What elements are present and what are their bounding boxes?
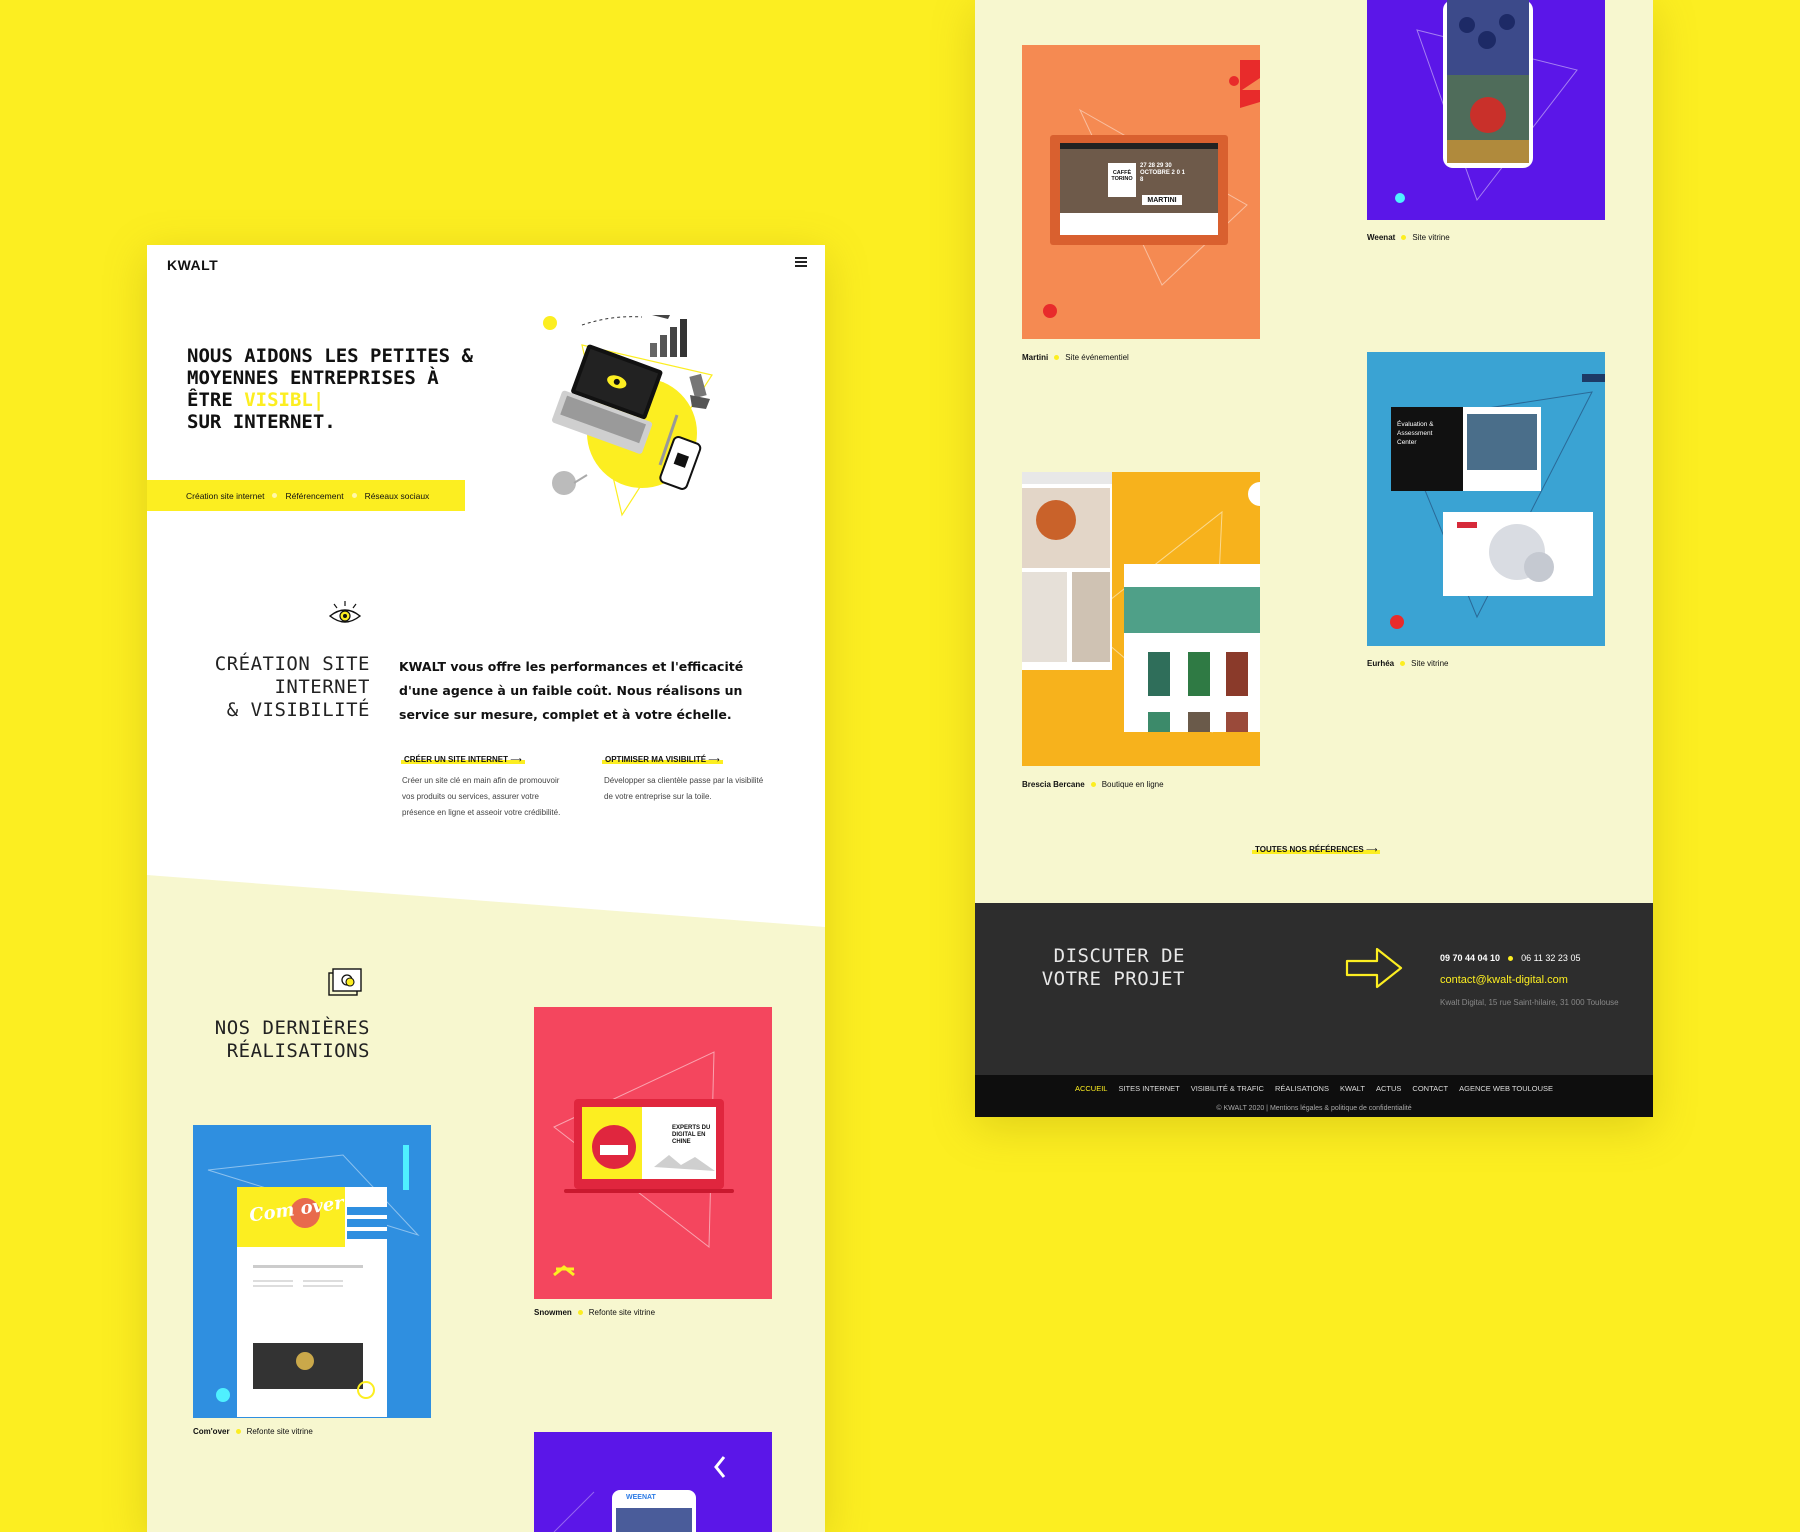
martini-preview (1043, 60, 1260, 318)
optimize-visibility-desc: Développer sa clientèle passe par la vis… (604, 776, 764, 801)
brescia-card[interactable] (1022, 472, 1260, 766)
phone-secondary[interactable]: 06 11 32 23 05 (1521, 953, 1580, 963)
postal-address: Kwalt Digital, 15 rue Saint-hilaire, 31 … (1440, 998, 1619, 1007)
weenat-caption: Weenat Site vitrine (1367, 233, 1450, 242)
eurhea-card[interactable]: Évaluation & Assessment Center (1367, 352, 1605, 646)
tag-reseaux[interactable]: Réseaux sociaux (365, 491, 430, 501)
services-title: CRÉATION SITE INTERNET & VISIBILITÉ (214, 653, 370, 721)
weenat-mock-logo: WEENAT (626, 1494, 656, 1501)
weenat-preview (553, 1456, 726, 1532)
realisations-title: NOS DERNIÈRES RÉALISATIONS (214, 1017, 370, 1062)
arrow-right-icon: ⟶ (510, 755, 522, 764)
homepage-mockup: KWALT NOUS AIDONS LES PETITES & MOYENNES… (147, 245, 825, 1532)
create-site-desc: Créer un site clé en main afin de promou… (402, 776, 561, 817)
typed-highlight: VISIBL| (244, 389, 325, 411)
eurhea-caption: Eurhéa Site vitrine (1367, 659, 1449, 668)
weenat-card[interactable] (1367, 0, 1605, 220)
eurhea-mock-text: Évaluation & Assessment Center (1397, 421, 1434, 446)
photos-icon (328, 968, 362, 996)
arrow-right-icon: ⟶ (708, 755, 720, 764)
nav-accueil[interactable]: ACCUEIL (1075, 1084, 1108, 1093)
phone-primary[interactable]: 09 70 44 04 10 (1440, 953, 1500, 963)
brescia-preview (1022, 472, 1260, 734)
hero-tag-bar: Création site internet Référencement Rés… (147, 480, 465, 511)
snowmen-mock-text: EXPERTS DU DIGITAL EN CHINE (672, 1125, 711, 1145)
all-references-link[interactable]: TOUTES NOS RÉFÉRENCES ⟶ (1252, 845, 1381, 854)
snowmen-caption: Snowmen Refonte site vitrine (534, 1308, 656, 1317)
nav-visibilite-trafic[interactable]: VISIBILITÉ & TRAFIC (1191, 1084, 1264, 1093)
laptop-illustration (543, 315, 713, 517)
eye-icon (328, 601, 362, 623)
hero-title: NOUS AIDONS LES PETITES & MOYENNES ENTRE… (187, 345, 473, 433)
footer-title: DISCUTER DE VOTRE PROJET (1041, 945, 1185, 990)
snowmen-card[interactable]: EXPERTS DU DIGITAL EN CHINE (534, 1007, 772, 1299)
snowmen-preview (553, 1051, 734, 1277)
create-site-link[interactable]: CRÉER UN SITE INTERNET ⟶ (401, 755, 525, 764)
brescia-caption: Brescia Bercane Boutique en ligne (1022, 780, 1164, 789)
martini-mock-brand: MARTINI (1147, 197, 1177, 204)
nav-realisations[interactable]: RÉALISATIONS (1275, 1084, 1329, 1093)
martini-card[interactable]: CAFFÈ TORINO 27 28 29 30 OCTOBRE 2 0 1 8… (1022, 45, 1260, 339)
nav-actus[interactable]: ACTUS (1376, 1084, 1401, 1093)
arrow-right-icon: ⟶ (1366, 845, 1378, 854)
comover-preview (207, 1145, 420, 1417)
nav-sites-internet[interactable]: SITES INTERNET (1118, 1084, 1179, 1093)
weenat-top-preview (1395, 0, 1578, 203)
martini-mock-text: CAFFÈ TORINO (1111, 170, 1133, 182)
eurhea-preview (1390, 374, 1605, 629)
nav-agence-web-toulouse[interactable]: AGENCE WEB TOULOUSE (1459, 1084, 1553, 1093)
copyright[interactable]: © KWALT 2020 | Mentions légales & politi… (975, 1105, 1653, 1112)
footer-contact: DISCUTER DE VOTRE PROJET 09 70 44 04 10 … (975, 903, 1653, 1075)
martini-caption: Martini Site événementiel (1022, 353, 1129, 362)
footer-nav: ACCUEIL SITES INTERNET VISIBILITÉ & TRAF… (975, 1075, 1653, 1117)
tag-creation[interactable]: Création site internet (186, 491, 264, 501)
comover-card[interactable]: Com over (193, 1125, 431, 1418)
realisations-page-mockup: CAFFÈ TORINO 27 28 29 30 OCTOBRE 2 0 1 8… (975, 0, 1653, 1117)
menu-icon[interactable] (795, 257, 807, 267)
nav-contact[interactable]: CONTACT (1412, 1084, 1448, 1093)
contact-email[interactable]: contact@kwalt-digital.com (1440, 974, 1568, 986)
phone-row: 09 70 44 04 10 06 11 32 23 05 (1440, 953, 1580, 963)
services-intro: KWALT vous offre les performances et l'e… (399, 659, 744, 722)
optimize-visibility-link[interactable]: OPTIMISER MA VISIBILITÉ ⟶ (602, 755, 723, 764)
weenat-card-bottom[interactable]: WEENAT (534, 1432, 772, 1532)
tag-referencement[interactable]: Référencement (285, 491, 343, 501)
dot-icon (272, 493, 278, 498)
dot-icon (351, 493, 357, 498)
site-logo[interactable]: KWALT (167, 257, 218, 273)
arrow-right-icon[interactable] (1345, 943, 1405, 993)
dot-icon (1508, 955, 1514, 961)
comover-caption: Com'over Refonte site vitrine (193, 1427, 313, 1436)
martini-mock-date: 27 28 29 30 OCTOBRE 2 0 1 8 (1140, 163, 1185, 183)
nav-kwalt[interactable]: KWALT (1340, 1084, 1365, 1093)
